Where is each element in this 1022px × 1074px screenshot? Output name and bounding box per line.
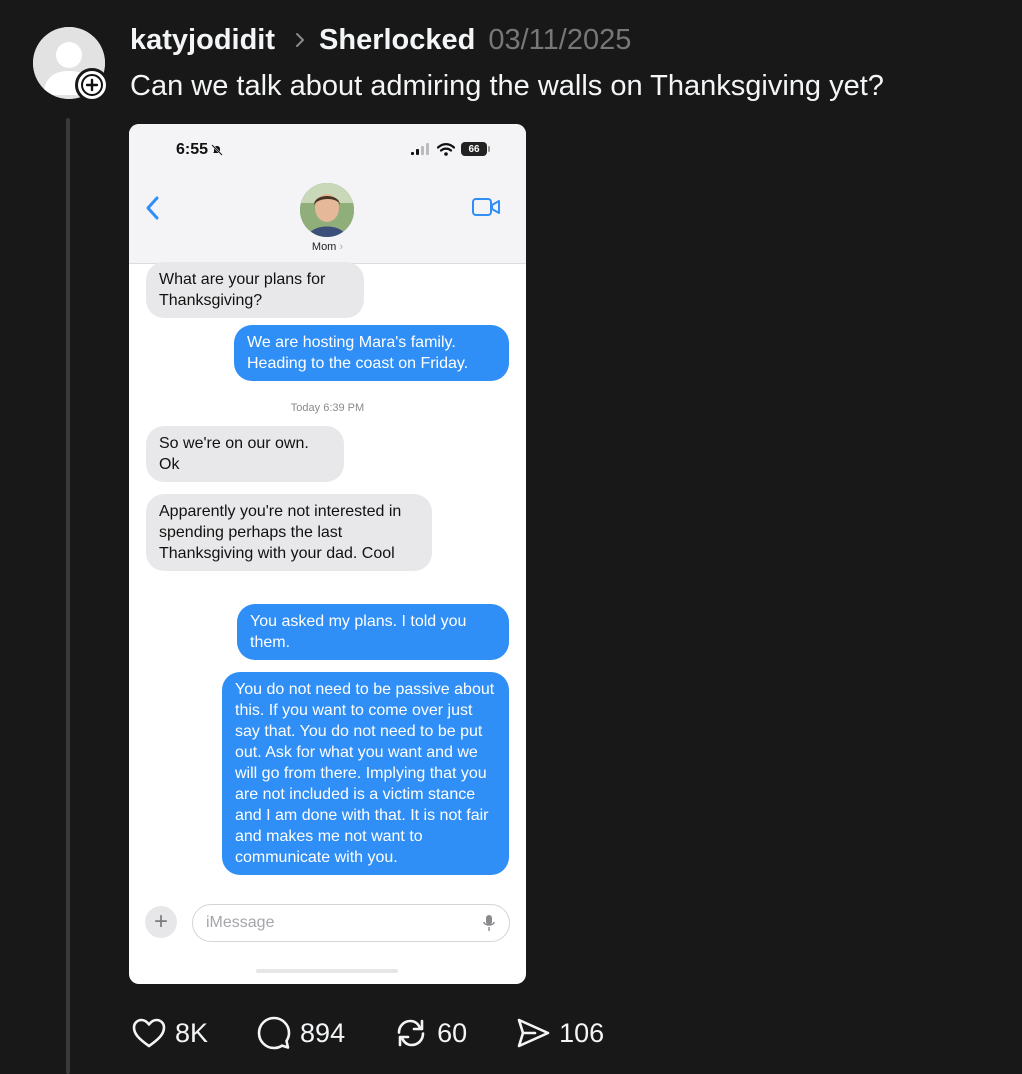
contact-name-text: Mom [311, 241, 337, 253]
video-call-icon [472, 198, 500, 216]
heart-icon [132, 1018, 166, 1048]
plus-icon: + [145, 906, 177, 938]
post-text: Can we talk about admiring the walls on … [130, 70, 884, 102]
signal-icon [411, 143, 429, 155]
post-header: katyjodidit Sherlocked 03/11/2025 [130, 22, 631, 58]
message-bubble-incoming: What are your plans for Thanksgiving? [146, 262, 364, 318]
wifi-icon [437, 142, 455, 156]
battery-icon: 66 [461, 142, 490, 156]
timestamp-label: Today [290, 402, 321, 414]
contact-photo-image [300, 183, 354, 237]
contact-photo [300, 183, 354, 237]
like-button[interactable]: 8K [131, 1015, 208, 1051]
message-bubble-outgoing: You asked my plans. I told you them. [237, 604, 509, 660]
repost-count: 60 [437, 1017, 468, 1048]
follow-button[interactable] [75, 68, 109, 102]
repost-icon [397, 1019, 425, 1047]
microphone-icon [483, 915, 495, 931]
attached-image[interactable]: 6:55 66 Mom › What are your plans for Th… [129, 124, 526, 984]
post-date: 03/11/2025 [488, 23, 632, 56]
home-indicator [256, 969, 398, 973]
plus-icon [81, 74, 103, 96]
status-icons: 66 [411, 142, 490, 156]
message-bubble-outgoing: We are hosting Mara's family. Heading to… [234, 325, 509, 381]
imessage-placeholder: iMessage [206, 914, 275, 931]
message-bubble-outgoing: You do not need to be passive about this… [222, 672, 509, 875]
chevron-right-icon [296, 33, 305, 47]
send-icon [517, 1018, 550, 1048]
share-button[interactable]: 106 [515, 1015, 604, 1051]
bell-slash-icon [211, 144, 223, 156]
reply-count: 894 [300, 1017, 346, 1048]
message-bubble-incoming: So we're on our own. Ok [146, 426, 344, 482]
reply-button[interactable]: 894 [256, 1015, 345, 1051]
contact-name: Mom › [129, 241, 526, 253]
message-bubble-incoming: Apparently you're not interested in spen… [146, 494, 432, 571]
like-count: 8K [175, 1017, 209, 1048]
phone-header: 6:55 66 Mom › [129, 124, 526, 264]
message-timestamp: Today 6:39 PM [129, 402, 526, 414]
status-time: 6:55 [176, 141, 223, 159]
timestamp-time: 6:39 PM [323, 402, 365, 414]
repost-button[interactable]: 60 [393, 1015, 467, 1051]
post-actions: 8K 894 60 106 [131, 1013, 652, 1053]
username-link[interactable]: katyjodidit [130, 24, 275, 57]
thread-post: katyjodidit Sherlocked 03/11/2025 Can we… [0, 0, 1022, 1074]
chevron-right-icon: › [339, 241, 344, 253]
back-chevron-icon [146, 196, 159, 220]
thread-line [66, 118, 70, 1074]
comment-icon [257, 1016, 291, 1050]
imessage-field: iMessage [192, 904, 510, 942]
share-count: 106 [559, 1017, 605, 1048]
status-time-text: 6:55 [176, 141, 209, 158]
message-input-bar: + iMessage [145, 904, 510, 942]
community-link[interactable]: Sherlocked [319, 24, 475, 57]
